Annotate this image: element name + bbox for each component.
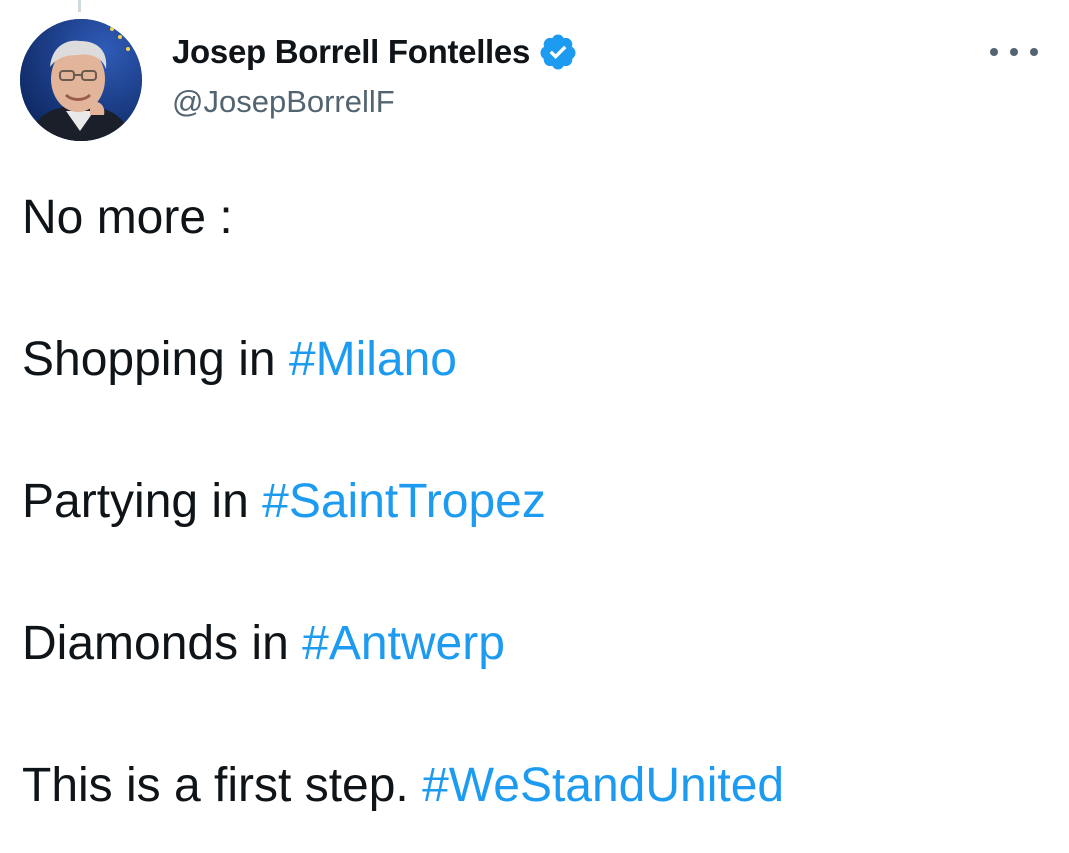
tweet-line-text: Shopping in	[22, 333, 289, 386]
tweet-line: This is a first step. #WeStandUnited	[22, 756, 784, 816]
tweet-line-text: This is a first step.	[22, 759, 423, 812]
hashtag-link[interactable]: #Antwerp	[302, 617, 505, 670]
tweet-line-text: Diamonds in	[22, 617, 303, 670]
tweet-line: Diamonds in #Antwerp	[22, 614, 784, 674]
hashtag-link[interactable]: #WeStandUnited	[422, 759, 784, 812]
tweet-card[interactable]: Josep Borrell Fontelles @JosepBorrellF N…	[0, 0, 1069, 853]
hashtag-link[interactable]: #SaintTropez	[262, 475, 546, 528]
more-dot	[990, 48, 998, 56]
more-dot	[1030, 48, 1038, 56]
thread-connector	[78, 0, 81, 12]
tweet-line-text: No more :	[22, 191, 233, 244]
more-options-icon[interactable]	[990, 44, 1038, 60]
author-handle[interactable]: @JosepBorrellF	[172, 84, 578, 120]
tweet-line: No more :	[22, 188, 784, 248]
more-dot	[1010, 48, 1018, 56]
hashtag-link[interactable]: #Milano	[289, 333, 457, 386]
tweet-line: Shopping in #Milano	[22, 330, 784, 390]
author-name[interactable]: Josep Borrell Fontelles	[172, 33, 530, 71]
tweet-line-text: Partying in	[22, 475, 263, 528]
author-header: Josep Borrell Fontelles @JosepBorrellF	[172, 30, 578, 120]
tweet-line: Partying in #SaintTropez	[22, 472, 784, 532]
verified-badge-icon	[538, 32, 578, 72]
tweet-text: No more : Shopping in #Milano Partying i…	[22, 188, 784, 816]
avatar[interactable]	[20, 19, 142, 141]
author-name-row: Josep Borrell Fontelles	[172, 30, 578, 74]
profile-photo-icon	[20, 19, 142, 141]
